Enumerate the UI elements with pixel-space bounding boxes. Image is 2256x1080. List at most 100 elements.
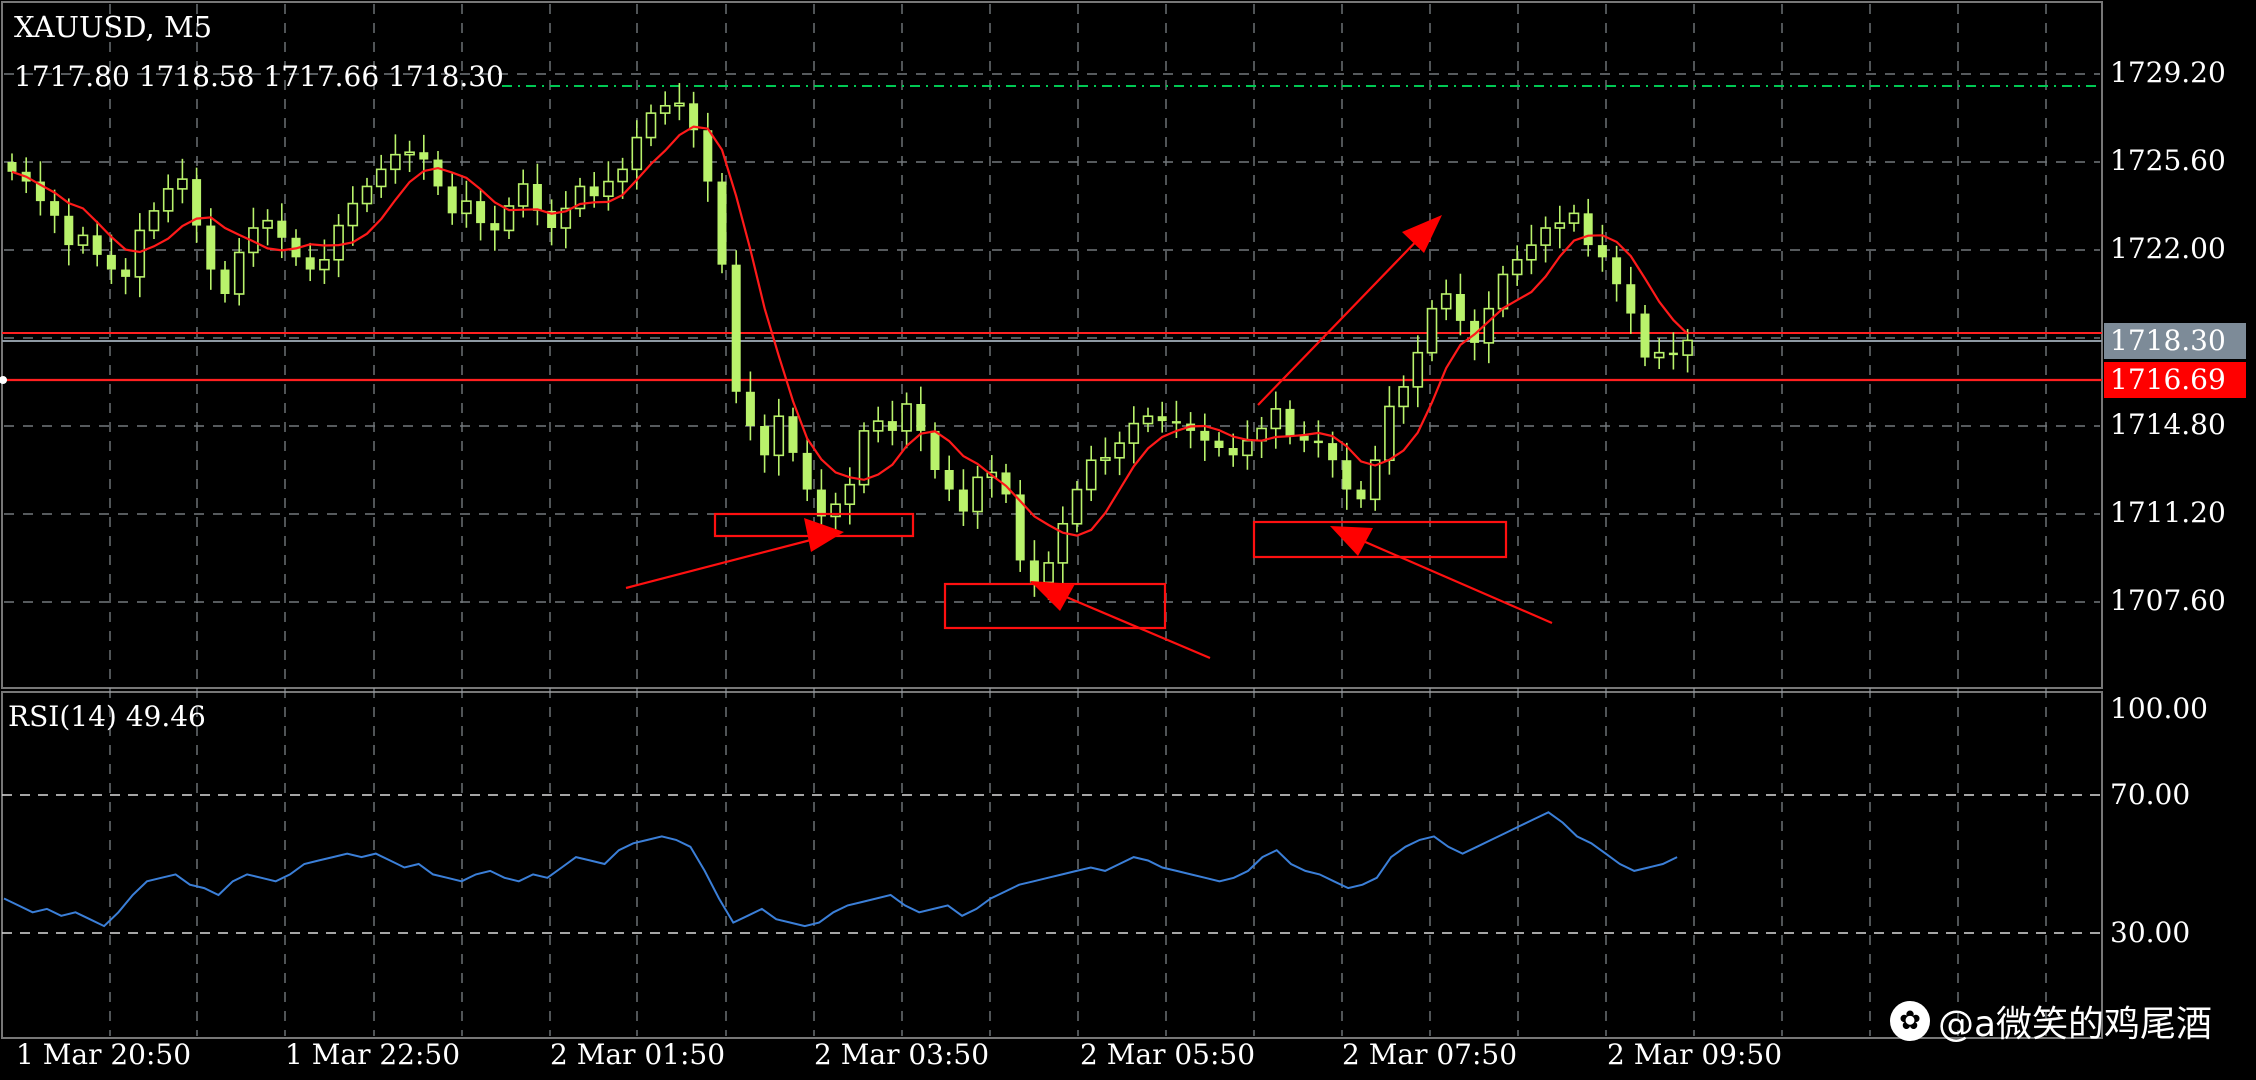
bull-candle — [333, 224, 344, 261]
price-tick: 1729.20 — [2110, 56, 2226, 89]
bull-candle — [1483, 307, 1495, 344]
ohlc-readout: 1717.80 1718.58 1717.66 1718.30 — [14, 60, 504, 93]
bear-candle — [1157, 416, 1167, 422]
time-tick: 1 Mar 20:50 — [16, 1038, 192, 1071]
bull-candle — [844, 483, 856, 506]
bear-candle — [1029, 560, 1039, 583]
bull-candle — [1142, 415, 1154, 425]
price-tick: 1707.60 — [2110, 584, 2226, 617]
bull-candle — [361, 185, 373, 205]
bull-candle — [404, 151, 415, 156]
bear-candle — [1328, 443, 1338, 461]
bear-candle — [532, 184, 542, 211]
price-tick: 1711.20 — [2110, 496, 2226, 529]
time-tick: 1 Mar 22:50 — [285, 1038, 461, 1071]
bear-candle — [277, 220, 287, 238]
chart-canvas[interactable] — [0, 0, 2256, 1080]
bear-candle — [731, 264, 741, 392]
bull-candle — [1554, 222, 1566, 229]
bear-candle — [1612, 257, 1622, 285]
bull-candle — [1497, 273, 1509, 310]
bull-candle — [1540, 227, 1551, 246]
watermark: ✿ @a微笑的鸡尾酒 — [1890, 995, 2212, 1047]
bull-candle — [233, 251, 245, 295]
bear-candle — [220, 269, 230, 294]
bear-candle — [745, 391, 755, 426]
bull-candle — [1526, 244, 1537, 261]
bull-candle — [1242, 439, 1253, 457]
bear-candle — [92, 235, 102, 255]
bear-candle — [788, 416, 798, 453]
bull-candle — [1270, 408, 1282, 430]
bull-candle — [1043, 562, 1054, 584]
bull-candle — [375, 168, 387, 188]
bear-candle — [1313, 440, 1323, 444]
bull-candle — [645, 112, 657, 139]
watermark-logo-icon: ✿ — [1890, 1001, 1930, 1041]
bull-candle — [1128, 422, 1140, 444]
bull-candle — [674, 102, 685, 107]
bear-candle — [206, 225, 216, 270]
bear-candle — [433, 159, 443, 187]
bear-candle — [958, 489, 968, 512]
rsi-tick: 70.00 — [2110, 778, 2191, 811]
bull-candle — [262, 219, 273, 229]
bull-candle — [603, 180, 614, 198]
bull-candle — [972, 476, 983, 513]
bear-candle — [419, 152, 429, 160]
bull-candle — [347, 202, 359, 227]
bear-candle — [1356, 489, 1366, 500]
bull-candle — [1682, 339, 1693, 356]
bull-candle — [872, 420, 884, 432]
bear-candle — [816, 489, 826, 517]
bear-candle — [916, 404, 926, 431]
bear-candle — [1583, 213, 1593, 246]
bear-candle — [717, 181, 727, 265]
price-tick: 1725.60 — [2110, 144, 2226, 177]
bull-candle — [901, 403, 912, 432]
rsi-tick: 100.00 — [2110, 692, 2208, 725]
bull-candle — [319, 258, 330, 271]
alert-price-badge[interactable]: 1716.69 — [2104, 362, 2246, 398]
bull-candle — [177, 178, 188, 190]
bull-candle — [1568, 212, 1580, 224]
bull-candle — [1057, 522, 1069, 564]
bull-candle — [1114, 442, 1125, 459]
bear-candle — [589, 186, 599, 197]
bear-candle — [490, 223, 500, 231]
bear-candle — [930, 430, 940, 470]
bull-candle — [1412, 351, 1424, 388]
bull-candle — [77, 234, 89, 246]
bull-candle — [1398, 386, 1409, 408]
bull-candle — [517, 183, 529, 207]
bear-candle — [476, 201, 486, 224]
bear-candle — [1200, 430, 1210, 441]
price-tick: 1714.80 — [2110, 408, 2226, 441]
bull-candle — [1100, 456, 1111, 462]
bull-candle — [1071, 488, 1083, 525]
bull-candle — [1511, 258, 1523, 276]
bull-candle — [773, 415, 785, 457]
time-tick: 2 Mar 05:50 — [1080, 1038, 1256, 1071]
bull-candle — [1085, 459, 1097, 491]
time-tick: 2 Mar 01:50 — [550, 1038, 726, 1071]
bull-candle — [390, 153, 401, 171]
symbol-title: XAUUSD, M5 — [14, 10, 213, 44]
bear-candle — [1299, 435, 1309, 441]
bear-candle — [1455, 294, 1465, 321]
bull-candle — [631, 136, 643, 171]
rsi-pane[interactable] — [1, 691, 2103, 1039]
time-tick: 2 Mar 03:50 — [814, 1038, 990, 1071]
bear-candle — [1214, 440, 1224, 448]
time-tick: 2 Mar 07:50 — [1342, 1038, 1518, 1071]
bull-candle — [858, 430, 870, 486]
watermark-text: @a微笑的鸡尾酒 — [1938, 1004, 2213, 1045]
bull-candle — [617, 168, 628, 183]
bear-candle — [1626, 284, 1636, 314]
bear-candle — [887, 421, 897, 431]
current-price-badge: 1718.30 — [2104, 323, 2246, 359]
bear-candle — [1342, 460, 1352, 490]
bear-candle — [760, 426, 770, 456]
bear-candle — [1285, 408, 1295, 436]
bear-candle — [305, 257, 315, 270]
